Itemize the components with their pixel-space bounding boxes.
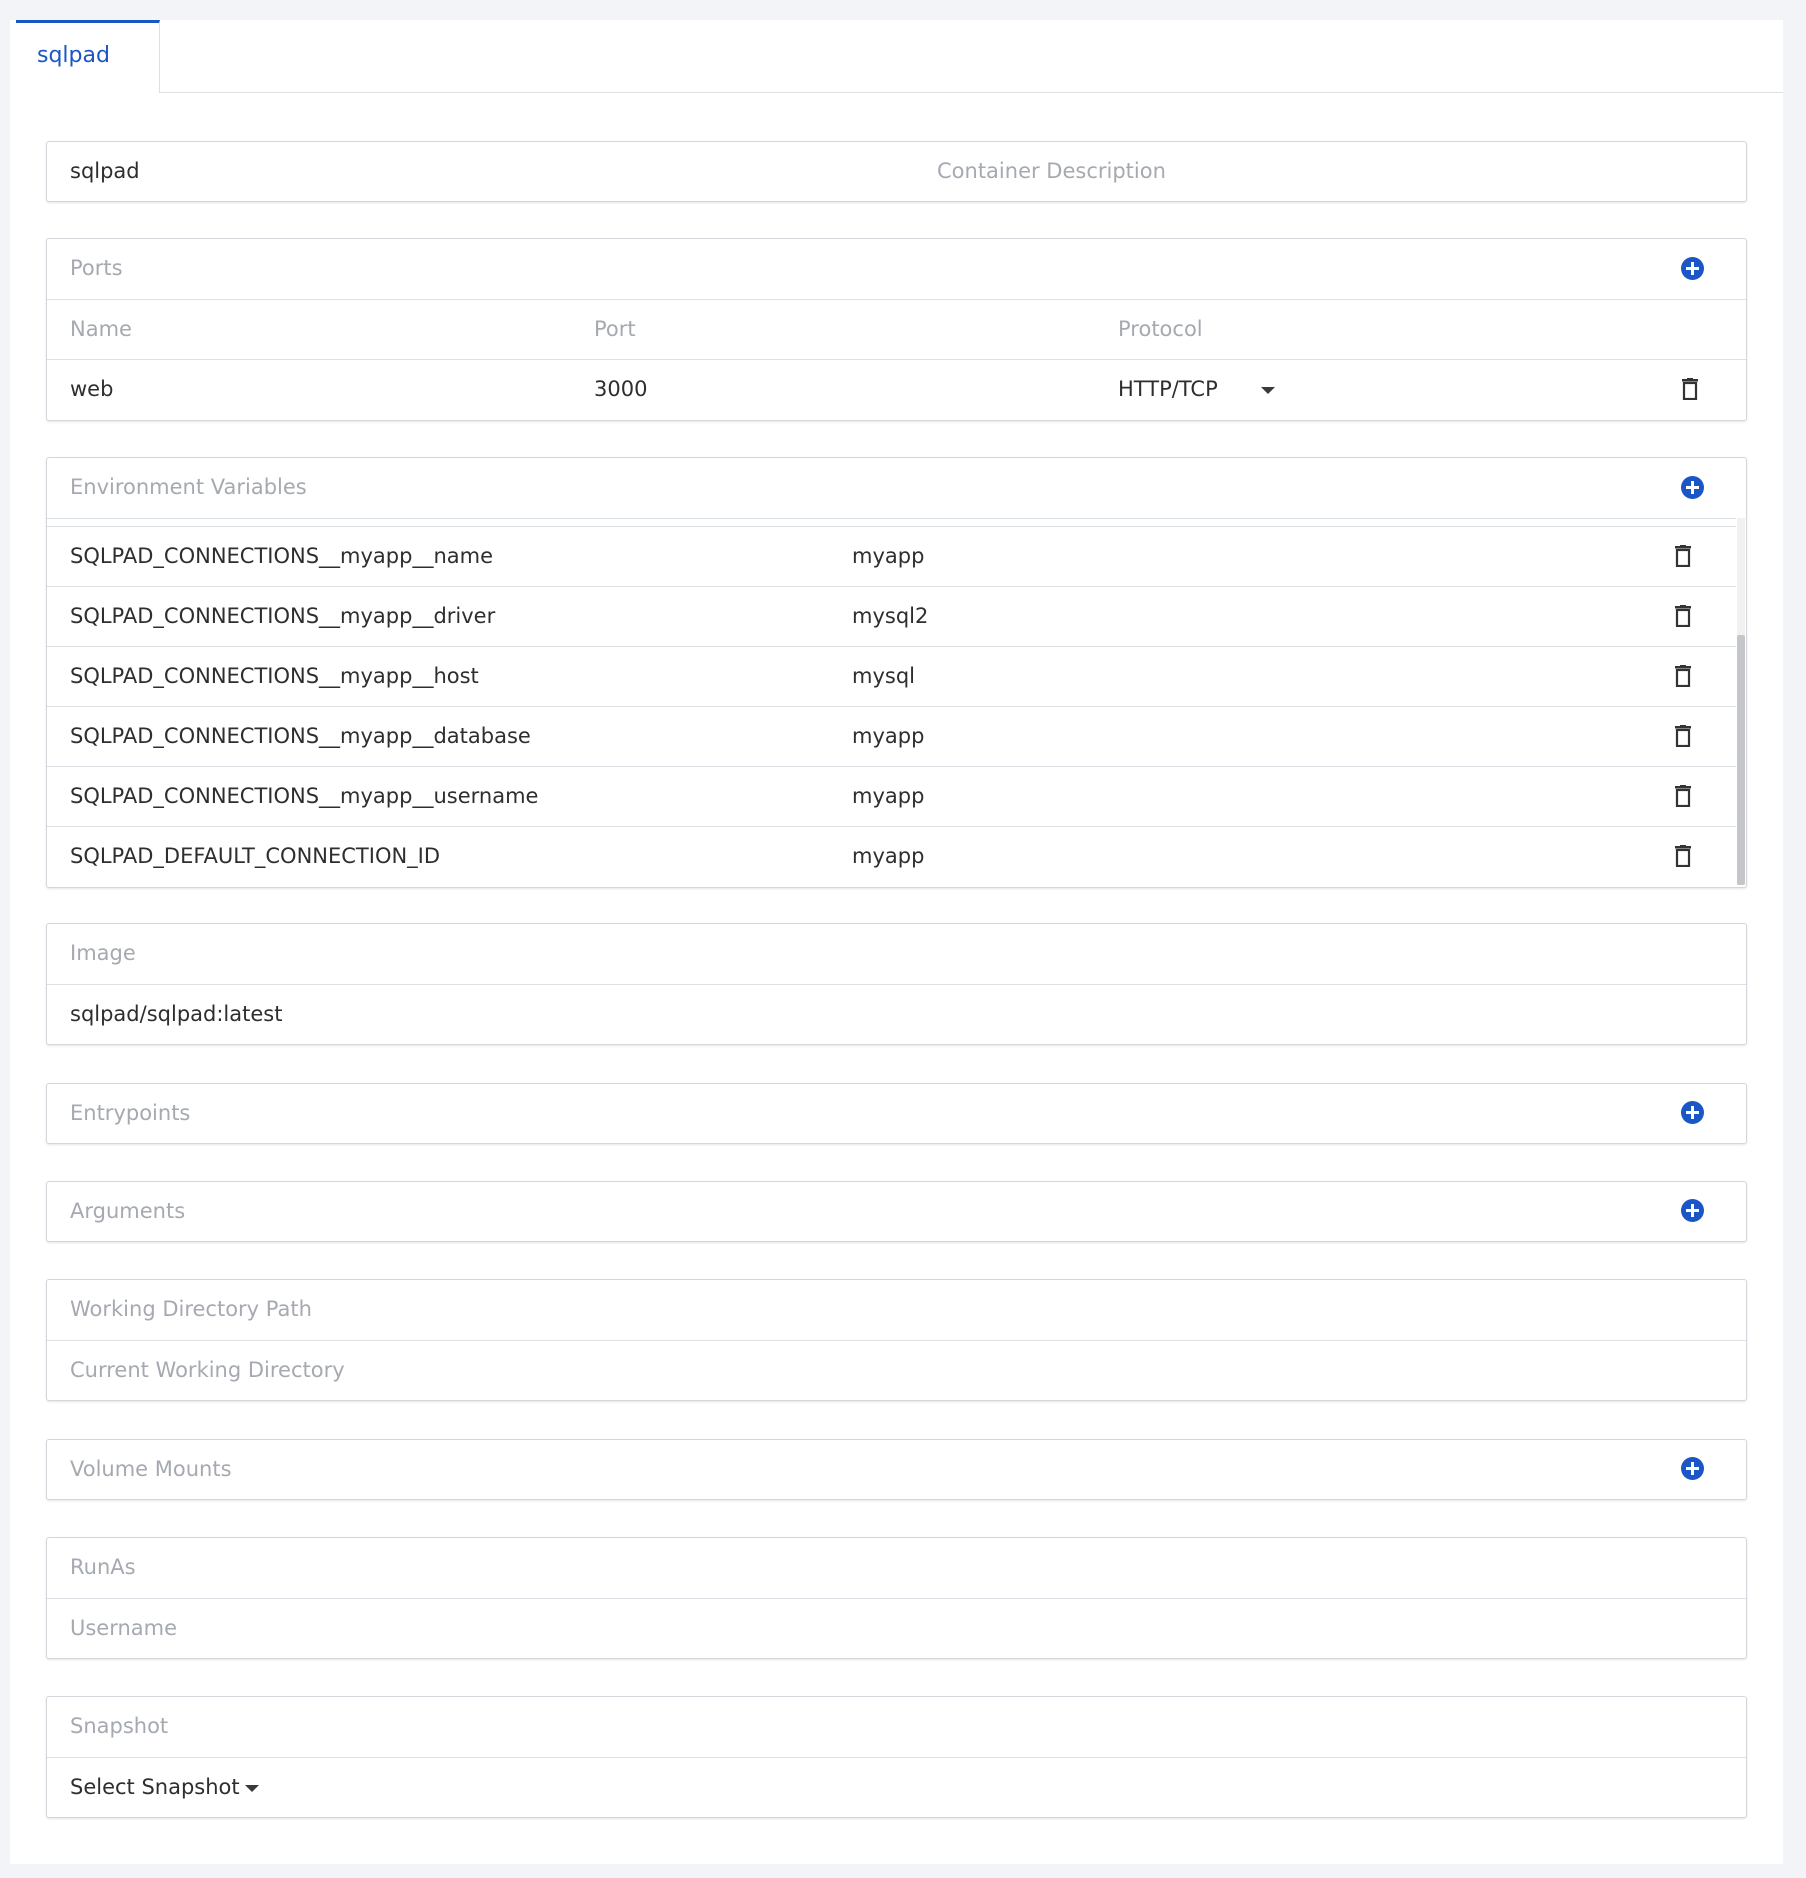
container-editor-panel: sqlpad sqlpad Container Description Port… (10, 20, 1783, 1864)
env-var-value[interactable]: myapp (852, 543, 924, 569)
env-var-key[interactable]: SQLPAD_CONNECTIONS__myapp__driver (70, 603, 495, 629)
tab-label: sqlpad (37, 43, 110, 68)
add-volume-mount-button[interactable] (1681, 1457, 1704, 1480)
runas-card: RunAs Username (46, 1537, 1747, 1659)
chevron-down-icon[interactable] (245, 1785, 259, 1792)
volume-mounts-card: Volume Mounts (46, 1439, 1747, 1500)
delete-env-var-icon[interactable] (1673, 725, 1693, 747)
container-description-input[interactable]: Container Description (937, 158, 1166, 184)
ports-title: Ports (70, 256, 123, 280)
env-var-row: SQLPAD_CONNECTIONS__myapp__driver mysql2 (47, 586, 1736, 646)
env-vars-card: Environment Variables SQLPAD_CONNECTIONS… (46, 457, 1747, 888)
port-number-input[interactable]: 3000 (594, 376, 647, 402)
ports-column-headers: Name Port Protocol (47, 299, 1746, 359)
delete-env-var-icon[interactable] (1673, 845, 1693, 867)
volume-mounts-title: Volume Mounts (70, 1457, 232, 1481)
env-var-key[interactable]: SQLPAD_DEFAULT_CONNECTION_ID (70, 843, 440, 869)
snapshot-title: Snapshot (70, 1714, 169, 1738)
arguments-card: Arguments (46, 1181, 1747, 1242)
arguments-title: Arguments (70, 1199, 186, 1223)
entrypoints-card: Entrypoints (46, 1083, 1747, 1144)
image-input[interactable]: sqlpad/sqlpad:latest (70, 1001, 282, 1027)
image-header: Image (47, 924, 1746, 984)
snapshot-row: Select Snapshot (47, 1757, 1746, 1817)
workdir-input[interactable]: Current Working Directory (70, 1357, 345, 1383)
image-title: Image (70, 941, 136, 965)
delete-port-icon[interactable] (1680, 378, 1700, 400)
env-var-row: SQLPAD_CONNECTIONS__myapp__username myap… (47, 766, 1736, 826)
env-vars-title: Environment Variables (70, 475, 307, 499)
ports-col-protocol: Protocol (1118, 317, 1203, 341)
volume-mounts-header: Volume Mounts (47, 1440, 1746, 1499)
runas-header: RunAs (47, 1538, 1746, 1598)
env-var-key[interactable]: SQLPAD_CONNECTIONS__myapp__name (70, 543, 493, 569)
workdir-title: Working Directory Path (70, 1297, 312, 1321)
chevron-down-icon[interactable] (1261, 387, 1275, 394)
port-protocol-select[interactable]: HTTP/TCP (1118, 376, 1218, 402)
port-row: web 3000 HTTP/TCP (47, 359, 1746, 419)
entrypoints-title: Entrypoints (70, 1101, 191, 1125)
delete-env-var-icon[interactable] (1673, 785, 1693, 807)
ports-card: Ports Name Port Protocol web 3000 HTTP/T… (46, 238, 1747, 421)
snapshot-select[interactable]: Select Snapshot (70, 1774, 240, 1800)
env-vars-header: Environment Variables (47, 458, 1746, 518)
env-var-value[interactable]: myapp (852, 843, 924, 869)
container-name-input[interactable]: sqlpad (70, 158, 140, 184)
env-var-row: SQLPAD_CONNECTIONS__myapp__name myapp (47, 526, 1736, 586)
add-entrypoint-button[interactable] (1681, 1101, 1704, 1124)
container-name-row: sqlpad Container Description (47, 142, 1746, 201)
workdir-card: Working Directory Path Current Working D… (46, 1279, 1747, 1401)
env-var-row: SQLPAD_DEFAULT_CONNECTION_ID myapp (47, 826, 1736, 885)
env-vars-scrollbar[interactable] (1737, 518, 1745, 885)
env-var-key[interactable]: SQLPAD_CONNECTIONS__myapp__database (70, 723, 531, 749)
add-env-var-button[interactable] (1681, 476, 1704, 499)
port-name-input[interactable]: web (70, 376, 113, 402)
env-var-value[interactable]: myapp (852, 723, 924, 749)
delete-env-var-icon[interactable] (1673, 665, 1693, 687)
image-card: Image sqlpad/sqlpad:latest (46, 923, 1747, 1045)
delete-env-var-icon[interactable] (1673, 545, 1693, 567)
delete-env-var-icon[interactable] (1673, 605, 1693, 627)
workdir-header: Working Directory Path (47, 1280, 1746, 1340)
env-vars-list[interactable]: SQLPAD_CONNECTIONS__myapp__name myapp SQ… (47, 518, 1746, 885)
env-var-row: SQLPAD_CONNECTIONS__myapp__database myap… (47, 706, 1736, 766)
env-var-value[interactable]: mysql (852, 663, 915, 689)
image-row: sqlpad/sqlpad:latest (47, 984, 1746, 1044)
add-argument-button[interactable] (1681, 1199, 1704, 1222)
runas-row: Username (47, 1598, 1746, 1658)
runas-username-input[interactable]: Username (70, 1615, 177, 1641)
add-port-button[interactable] (1681, 257, 1704, 280)
ports-col-port: Port (594, 317, 636, 341)
entrypoints-header: Entrypoints (47, 1084, 1746, 1143)
ports-header: Ports (47, 239, 1746, 299)
env-var-row: SQLPAD_CONNECTIONS__myapp__host mysql (47, 646, 1736, 706)
workdir-row: Current Working Directory (47, 1340, 1746, 1400)
arguments-header: Arguments (47, 1182, 1746, 1241)
env-var-value[interactable]: mysql2 (852, 603, 928, 629)
env-var-key[interactable]: SQLPAD_CONNECTIONS__myapp__host (70, 663, 479, 689)
snapshot-card: Snapshot Select Snapshot (46, 1696, 1747, 1818)
tab-bar: sqlpad (10, 20, 1783, 93)
ports-col-name: Name (70, 317, 132, 341)
runas-title: RunAs (70, 1555, 136, 1579)
env-vars-scrollbar-thumb[interactable] (1737, 635, 1745, 885)
tab-sqlpad[interactable]: sqlpad (16, 20, 160, 93)
tab-bar-divider (160, 92, 1783, 93)
snapshot-header: Snapshot (47, 1697, 1746, 1757)
env-var-key[interactable]: SQLPAD_CONNECTIONS__myapp__username (70, 783, 538, 809)
env-var-value[interactable]: myapp (852, 783, 924, 809)
container-name-card: sqlpad Container Description (46, 141, 1747, 202)
